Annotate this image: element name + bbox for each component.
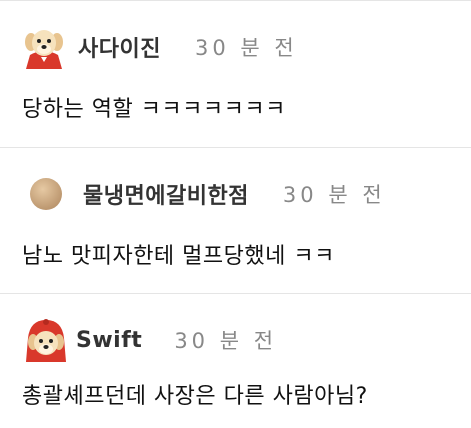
comment-timestamp: 30 분 전 (174, 329, 278, 353)
comment-item: 물냉면에갈비한점 30 분 전 남노 맛피자한테 멀프당했네 ㅋㅋ (0, 147, 471, 293)
comment-nickname[interactable]: Swift (76, 328, 142, 353)
comment-timestamp: 30 분 전 (282, 183, 386, 207)
comment-header: 물냉면에갈비한점 30 분 전 (22, 170, 386, 218)
puppy-red-hood-icon[interactable] (22, 316, 70, 364)
beige-circle-icon[interactable] (29, 177, 63, 211)
comment-text: 총괄셰프던데 사장은 다른 사람아님? (22, 384, 368, 409)
comment-text: 당하는 역할 ㅋㅋㅋㅋㅋㅋㅋ (22, 97, 286, 122)
comment-text: 남노 맛피자한테 멀프당했네 ㅋㅋ (22, 244, 335, 269)
comment-nickname[interactable]: 물냉면에갈비한점 (83, 178, 249, 210)
comment-item: Swift 30 분 전 총괄셰프던데 사장은 다른 사람아님? (0, 293, 471, 428)
comment-header: 사다이진 30 분 전 (22, 23, 298, 71)
comment-item: 사다이진 30 분 전 당하는 역할 ㅋㅋㅋㅋㅋㅋㅋ (0, 0, 471, 147)
comment-header: Swift 30 분 전 (22, 316, 277, 364)
comment-timestamp: 30 분 전 (194, 36, 298, 60)
comment-nickname[interactable]: 사다이진 (78, 31, 161, 63)
puppy-red-cape-icon[interactable] (22, 25, 66, 69)
comment-list: 사다이진 30 분 전 당하는 역할 ㅋㅋㅋㅋㅋㅋㅋ 물냉면에갈비한점 30 분… (0, 0, 471, 428)
